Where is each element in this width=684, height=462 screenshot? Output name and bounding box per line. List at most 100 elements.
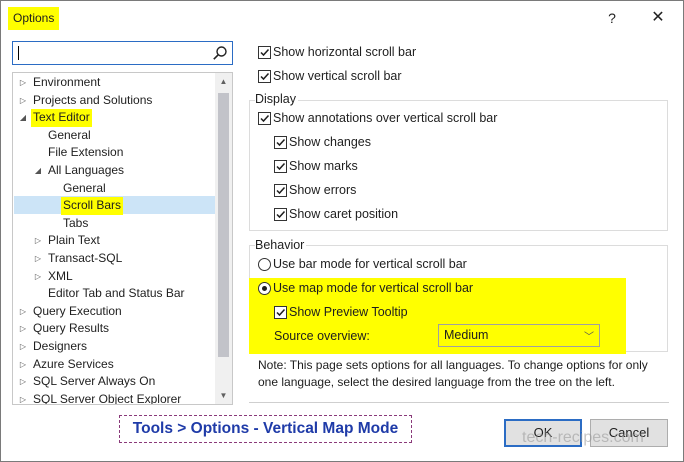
collapse-arrow-icon[interactable]: ◢ (18, 109, 28, 127)
expand-arrow-icon[interactable]: ▷ (18, 338, 28, 356)
tree-item[interactable]: General (13, 127, 215, 145)
expand-arrow-icon[interactable]: ▷ (18, 373, 28, 391)
map-mode-radio[interactable] (258, 282, 271, 295)
bar-mode-label: Use bar mode for vertical scroll bar (273, 257, 467, 271)
display-group-title: Display (255, 92, 298, 107)
show-changes-checkbox[interactable] (274, 136, 287, 149)
chevron-down-icon: ﹀ (584, 332, 594, 343)
title-bar: Options ? ✕ (1, 1, 683, 35)
checkmark-icon (276, 162, 286, 171)
ok-button[interactable]: OK (504, 419, 582, 447)
expand-arrow-icon[interactable]: ▷ (18, 320, 28, 338)
expand-arrow-icon[interactable]: ▷ (18, 303, 28, 321)
tree-item-label: Projects and Solutions (33, 92, 153, 107)
tree-scrollbar[interactable]: ▲ ▼ (215, 73, 232, 404)
help-button[interactable]: ? (599, 7, 625, 29)
options-tree[interactable]: ▷ Environment ▷ Projects and Solutions ◢ Text… (12, 72, 233, 405)
show-caret-label: Show caret position (289, 207, 399, 221)
tree-item[interactable]: Editor Tab and Status Bar (13, 285, 215, 303)
tree-item-label: Editor Tab and Status Bar (48, 286, 185, 301)
show-marks-checkbox[interactable] (274, 160, 287, 173)
tree-item[interactable]: File Extension (13, 144, 215, 162)
tree-item-label: Query Execution (33, 303, 122, 318)
collapse-arrow-icon[interactable]: ◢ (33, 162, 43, 180)
tree-item-label: Scroll Bars (61, 197, 124, 215)
show-caret-checkbox[interactable] (274, 208, 287, 221)
search-icon[interactable] (212, 45, 228, 61)
show-horizontal-label: Show horizontal scroll bar (273, 45, 417, 59)
tree-item-label: SQL Server Always On (33, 374, 156, 389)
close-button[interactable]: ✕ (645, 7, 671, 29)
tree-item[interactable]: Scroll Bars (13, 197, 215, 215)
checkmark-icon (260, 114, 270, 123)
source-overview-value: Medium (444, 328, 489, 342)
show-annotations-label: Show annotations over vertical scroll ba… (273, 111, 498, 125)
tree-item-label: Text Editor (31, 109, 92, 127)
tree-item-label: Designers (33, 339, 88, 353)
tree-item[interactable]: ▷ Environment (13, 74, 215, 92)
tree-item-label: XML (48, 268, 73, 283)
checkmark-icon (276, 138, 286, 147)
show-errors-checkbox[interactable] (274, 184, 287, 197)
divider (249, 402, 669, 403)
expand-arrow-icon[interactable]: ▷ (18, 74, 28, 92)
note-text: Note: This page sets options for all lan… (258, 358, 648, 389)
source-overview-label: Source overview: (274, 329, 370, 343)
show-annotations-checkbox[interactable] (258, 112, 271, 125)
source-overview-select[interactable]: Medium ﹀ (438, 324, 600, 347)
checkmark-icon (276, 186, 286, 195)
radio-selected-dot (262, 286, 267, 291)
tree-item[interactable]: General (13, 180, 215, 198)
tree-item-label: All Languages (48, 163, 125, 177)
map-mode-label: Use map mode for vertical scroll bar (273, 281, 474, 295)
window-title: Options (8, 7, 60, 30)
tree-item[interactable]: ▷ Projects and Solutions (13, 92, 215, 110)
tree-item-label: Azure Services (33, 356, 114, 371)
scroll-up-arrow-icon[interactable]: ▲ (215, 73, 232, 90)
tree-item[interactable]: ▷ SQL Server Object Explorer (13, 391, 215, 405)
expand-arrow-icon[interactable]: ▷ (18, 92, 28, 110)
preview-tooltip-label: Show Preview Tooltip (289, 305, 408, 319)
checkmark-icon (260, 48, 270, 57)
expand-arrow-icon[interactable]: ▷ (18, 391, 28, 404)
expand-arrow-icon[interactable]: ▷ (33, 250, 43, 268)
checkmark-icon (276, 308, 286, 317)
tree-item-label: File Extension (48, 145, 124, 160)
tree-item-label: Query Results (33, 321, 110, 336)
show-changes-label: Show changes (289, 135, 372, 149)
tree-item[interactable]: Tabs (13, 215, 215, 233)
expand-arrow-icon[interactable]: ▷ (33, 232, 43, 250)
expand-arrow-icon[interactable]: ▷ (18, 356, 28, 374)
tree-item-label: General (48, 127, 91, 142)
scroll-thumb[interactable] (218, 93, 229, 357)
checkmark-icon (276, 210, 286, 219)
checkmark-icon (260, 72, 270, 81)
caption-label: Tools > Options - Vertical Map Mode (119, 415, 412, 443)
show-vertical-checkbox[interactable] (258, 70, 271, 83)
tree-item-label: SQL Server Object Explorer (33, 391, 182, 405)
tree-item[interactable]: ▷ Plain Text (13, 232, 215, 250)
scroll-down-arrow-icon[interactable]: ▼ (215, 387, 232, 404)
bar-mode-radio[interactable] (258, 258, 271, 271)
tree-item[interactable]: ▷ Query Execution (13, 303, 215, 321)
tree-item[interactable]: ◢ All Languages (13, 162, 215, 180)
tree-item[interactable]: ▷ Azure Services (13, 356, 215, 374)
text-caret (18, 46, 19, 60)
tree-item[interactable]: ▷ Transact-SQL (13, 250, 215, 268)
preview-tooltip-checkbox[interactable] (274, 306, 287, 319)
tree-item-label: Transact-SQL (48, 251, 123, 265)
tree-item[interactable]: ◢ Text Editor (13, 109, 215, 127)
tree-item-label: General (63, 180, 106, 195)
show-horizontal-checkbox[interactable] (258, 46, 271, 59)
tree-item[interactable]: ▷ Query Results (13, 320, 215, 338)
tree-item-label: Environment (33, 75, 101, 89)
cancel-button[interactable]: Cancel (590, 419, 668, 447)
tree-item-label: Plain Text (48, 233, 100, 248)
search-input[interactable] (12, 41, 233, 65)
options-dialog: Options ? ✕ ▷ Environment ▷ Projects and So… (0, 0, 684, 462)
tree-item[interactable]: ▷ Designers (13, 338, 215, 356)
tree-item[interactable]: ▷ SQL Server Always On (13, 373, 215, 391)
expand-arrow-icon[interactable]: ▷ (33, 268, 43, 286)
tree-item[interactable]: ▷ XML (13, 268, 215, 286)
tree-item-label: Tabs (63, 215, 89, 230)
